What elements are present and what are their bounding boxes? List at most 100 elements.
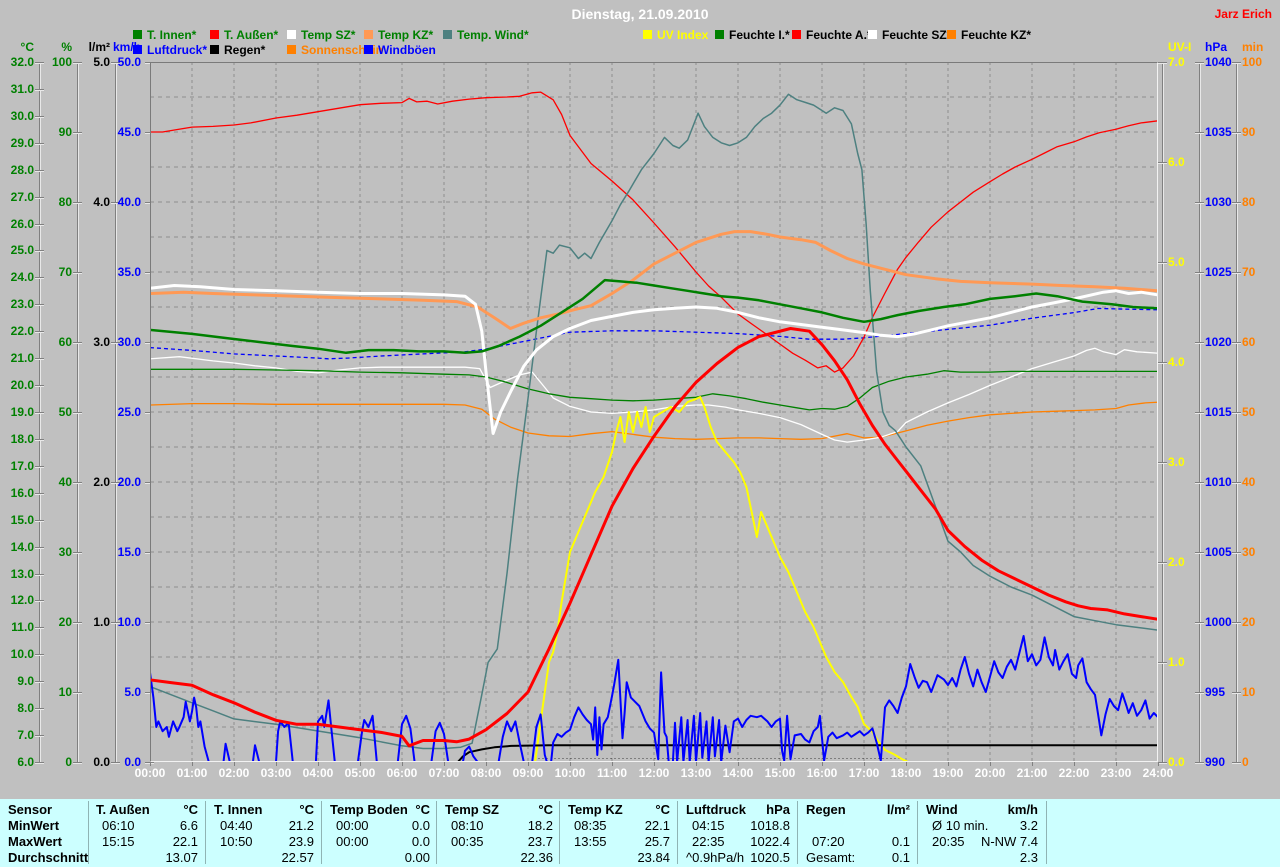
axis-tick-highlight (1158, 163, 1167, 164)
axis-unit-hPa: hPa (1205, 40, 1228, 54)
x-axis-tick (192, 762, 193, 766)
axis-tick-highlight (1232, 623, 1241, 624)
axis-tick-label: 17.0 (10, 459, 34, 473)
axis-tick-highlight (35, 332, 44, 333)
axis-tick-label: 40 (58, 475, 72, 489)
axis-tick-highlight (1158, 63, 1167, 64)
table-separator (1046, 801, 1047, 864)
axis-tick-highlight (35, 90, 44, 91)
x-axis-label: 07:00 (428, 766, 460, 780)
x-axis-label: 18:00 (890, 766, 922, 780)
table-cell-value: 1020.5 (750, 850, 790, 865)
table-separator (917, 801, 918, 864)
x-axis-label: 02:00 (218, 766, 250, 780)
x-axis-tick (402, 762, 403, 766)
x-axis-label: 13:00 (680, 766, 712, 780)
x-axis-tick (444, 762, 445, 766)
table-col-unit: km/h (1007, 802, 1038, 817)
x-axis-label: 14:00 (722, 766, 754, 780)
table-cell-value: 23.84 (637, 850, 670, 865)
x-axis-tick (864, 762, 865, 766)
table-row-label: Sensor (8, 802, 53, 817)
x-axis-tick (276, 762, 277, 766)
page-title: Dienstag, 21.09.2010 (571, 6, 709, 22)
legend-color-swatch (210, 30, 219, 39)
table-cell-value: 13.07 (165, 850, 198, 865)
axis-tick-highlight (35, 117, 44, 118)
axis-unit-C: °C (20, 40, 34, 54)
table-cell-value: 0.1 (891, 850, 910, 865)
legend-color-swatch (287, 45, 296, 54)
legend-item-label: Feuchte SZ* (882, 28, 952, 42)
axis-tick-label: 15.0 (117, 545, 141, 559)
axis-tick-highlight (1232, 133, 1241, 134)
axis-tick-label: 12.0 (10, 593, 34, 607)
chart-plot-area (150, 62, 1158, 762)
axis-tick-highlight (1158, 263, 1167, 264)
axis-tick-highlight (1195, 693, 1204, 694)
axis-tick-label: 20.0 (117, 475, 141, 489)
axis-tick-highlight (35, 305, 44, 306)
axis-tick-highlight (1232, 483, 1241, 484)
axis-unit-kmh: km/h (112, 40, 141, 54)
x-axis-label: 20:00 (974, 766, 1006, 780)
x-axis-tick (738, 762, 739, 766)
legend-item-label: Luftdruck* (147, 43, 207, 57)
x-axis-tick (696, 762, 697, 766)
legend-color-swatch (364, 30, 373, 39)
table-cell-value: 22.1 (644, 818, 670, 833)
axis-tick-label: 40.0 (117, 195, 141, 209)
axis-tick-highlight (1195, 273, 1204, 274)
axis-tick-label: 70 (1242, 265, 1256, 279)
legend-item-label: Feuchte A.* (806, 28, 872, 42)
axis-tick-highlight (73, 693, 82, 694)
x-axis-label: 22:00 (1058, 766, 1090, 780)
x-axis-label: 15:00 (764, 766, 796, 780)
axis-tick-label: 22.0 (10, 324, 34, 338)
axis-tick-label: 30.0 (10, 109, 34, 123)
axis-tick-label: 20.0 (10, 378, 34, 392)
axis-tick-highlight (35, 251, 44, 252)
legend-item-label: UV Index (657, 28, 709, 42)
axis-tick-label: 11.0 (11, 620, 34, 634)
axis-tick-highlight (35, 278, 44, 279)
legend-color-swatch (947, 30, 956, 39)
axis-tick-label: 70 (58, 265, 72, 279)
axis-tick-highlight (35, 736, 44, 737)
axis-tick-label: 19.0 (10, 405, 34, 419)
axis-tick-label: 0 (1242, 755, 1249, 769)
x-axis-tick (1158, 762, 1159, 766)
table-cell-value: N-NW 7.4 (980, 834, 1038, 849)
x-axis-tick (654, 762, 655, 766)
table-cell-value: 25.7 (644, 834, 670, 849)
table-row-label: MaxWert (8, 834, 62, 849)
legend-item-label: Temp SZ* (301, 28, 356, 42)
legend-color-swatch (715, 30, 724, 39)
axis-tick-highlight (1195, 343, 1204, 344)
x-axis-label: 12:00 (638, 766, 670, 780)
axis-tick-label: 30 (58, 545, 72, 559)
table-cell-value: 0.0 (411, 818, 430, 833)
summary-table: Sensor MinWert MaxWert Durchschnitt T. Außen… (0, 799, 1280, 867)
table-cell-value: 21.2 (288, 818, 314, 833)
axis-tick-label: 100 (1242, 55, 1263, 69)
axis-tick-label: 6.0 (17, 755, 34, 769)
axis-tick-label: 60 (1242, 335, 1256, 349)
axis-tick-label: 8.0 (17, 701, 34, 715)
table-separator (436, 801, 437, 864)
axis-tick-label: 5.0 (1168, 255, 1185, 269)
axis-tick-highlight (35, 655, 44, 656)
axis-tick-label: 4.0 (1168, 355, 1185, 369)
table-cell-value: 0.0 (411, 834, 430, 849)
axis-tick-label: 50.0 (117, 55, 141, 69)
axis-tick-highlight (73, 273, 82, 274)
legend-item-label: Feuchte I.* (729, 28, 790, 42)
weather-chart-window: Dienstag, 21.09.2010 Jarz Erich T. Innen… (0, 0, 1280, 867)
x-axis-label: 05:00 (344, 766, 376, 780)
axis-tick-label: 3.0 (1168, 455, 1185, 469)
table-cell-value: 22.1 (172, 834, 198, 849)
axis-tick-highlight (1195, 623, 1204, 624)
x-axis-label: 19:00 (932, 766, 964, 780)
table-separator (205, 801, 206, 864)
table-cell-value: 6.6 (179, 818, 198, 833)
